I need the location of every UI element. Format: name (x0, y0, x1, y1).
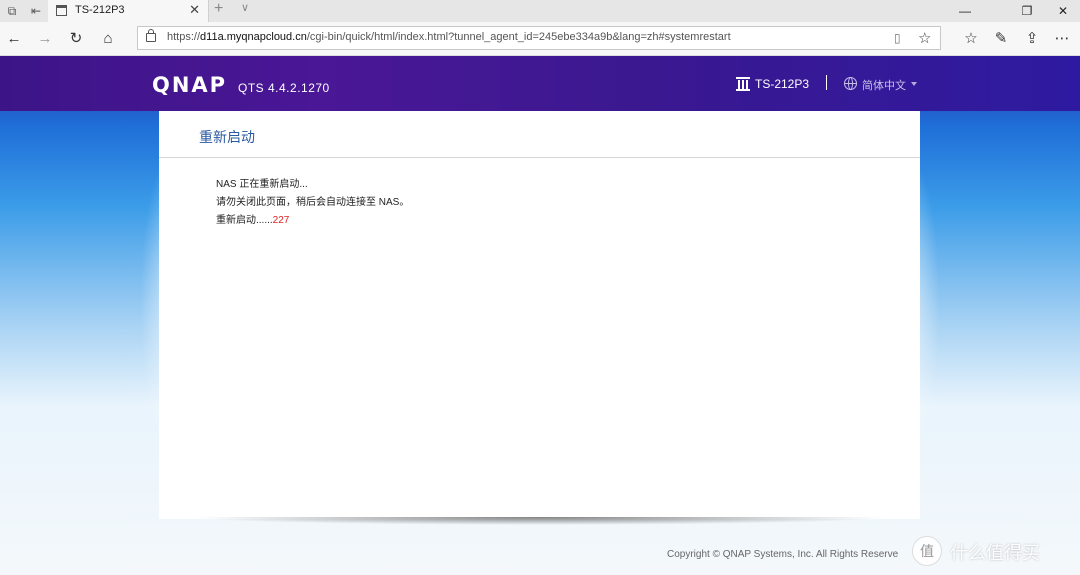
close-tab-icon[interactable]: ✕ (189, 2, 200, 18)
chevron-down-icon[interactable]: ∨ (241, 1, 249, 14)
panel-title: 重新启动 (199, 129, 255, 145)
browser-tab-bar: ⧉ ⇤ TS-212P3 ✕ + ∨ — ❐ ✕ (0, 0, 1080, 22)
browser-tab[interactable]: TS-212P3 ✕ (48, 0, 209, 22)
favorite-star-icon[interactable]: ☆ (918, 29, 931, 47)
tabs-aside-icon[interactable]: ⧉ (4, 3, 20, 19)
panel-divider (159, 157, 920, 158)
restart-panel: 重新启动 NAS 正在重新启动... 请勿关闭此页面，稍后会自动连接至 NAS。… (159, 111, 920, 519)
restore-icon[interactable]: ❐ (1004, 0, 1050, 22)
page-icon (56, 5, 67, 16)
pen-icon[interactable]: ✎ (991, 29, 1011, 49)
more-icon[interactable]: ⋯ (1052, 29, 1072, 49)
watermark-text: 什么值得买 (950, 543, 1040, 563)
url-host: d11a.myqnapcloud.cn (200, 31, 307, 43)
home-icon[interactable]: ⌂ (98, 29, 118, 49)
set-aside-tabs-icon[interactable]: ⇤ (28, 3, 44, 19)
url-text[interactable]: https://d11a.myqnapcloud.cn/cgi-bin/quic… (167, 31, 731, 43)
countdown-value: 227 (272, 215, 290, 226)
address-bar[interactable]: https://d11a.myqnapcloud.cn/cgi-bin/quic… (137, 26, 941, 50)
do-not-close-message: 请勿关闭此页面，稍后会自动连接至 NAS。 (216, 197, 410, 208)
url-scheme: https:// (167, 31, 201, 43)
back-icon[interactable]: ← (4, 29, 24, 49)
nas-icon (736, 77, 750, 91)
url-path: /cgi-bin/quick/html/index.html?tunnel_ag… (306, 31, 731, 43)
lock-icon (146, 29, 156, 42)
panel-shadow (190, 517, 890, 525)
refresh-icon[interactable]: ↻ (66, 29, 86, 49)
browser-nav-bar: ← → ↻ ⌂ https://d11a.myqnapcloud.cn/cgi-… (0, 22, 1080, 56)
language-select[interactable]: 简体中文 (862, 77, 906, 93)
restarting-message: NAS 正在重新启动... (216, 179, 308, 190)
qts-header: QNAP QTS 4.4.2.1270 TS-212P3 简体中文 (0, 56, 1080, 111)
header-separator (826, 75, 827, 90)
new-tab-icon[interactable]: + (214, 0, 223, 18)
favorites-list-icon[interactable]: ☆ (961, 29, 981, 49)
watermark: 值 什么值得买 (912, 534, 1080, 575)
share-icon[interactable]: ⇪ (1022, 29, 1042, 49)
copyright-text: Copyright © QNAP Systems, Inc. All Right… (667, 549, 899, 560)
reading-view-icon[interactable]: ▯ (894, 31, 901, 45)
close-window-icon[interactable]: ✕ (1046, 0, 1080, 22)
minimize-icon[interactable]: — (942, 0, 988, 22)
forward-icon[interactable]: → (35, 29, 55, 49)
qts-version: QTS 4.4.2.1270 (238, 81, 330, 95)
qnap-logo: QNAP (152, 73, 228, 97)
nas-model: TS-212P3 (755, 77, 810, 91)
chevron-down-icon[interactable] (911, 82, 917, 86)
countdown-line: 重新启动......227 (216, 211, 289, 226)
page: QNAP QTS 4.4.2.1270 TS-212P3 简体中文 重新启动 N… (0, 56, 1080, 575)
globe-icon[interactable] (844, 77, 857, 90)
tab-title: TS-212P3 (75, 4, 125, 16)
countdown-label: 重新启动...... (216, 215, 273, 226)
watermark-badge: 值 (912, 536, 942, 566)
